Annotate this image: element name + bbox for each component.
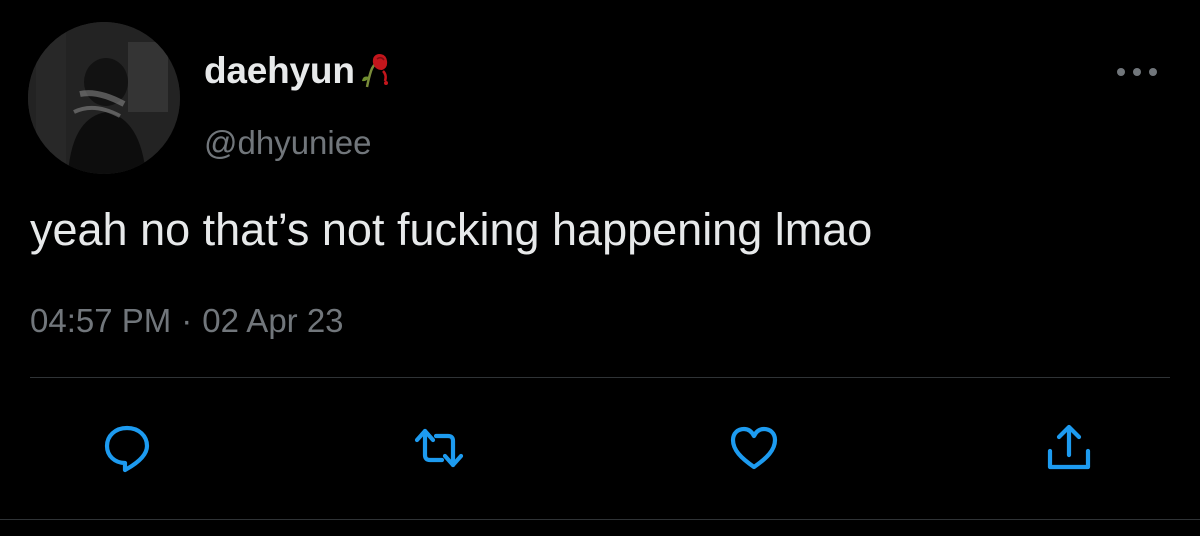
tweet-timestamp[interactable]: 04:57 PM · 02 Apr 23 (30, 302, 344, 340)
reply-icon (104, 425, 150, 473)
tweet-date: 02 Apr 23 (202, 302, 344, 339)
tweet-text: yeah no that’s not fucking happening lma… (30, 204, 873, 255)
wilted-rose-icon (361, 54, 388, 88)
like-button[interactable] (727, 421, 781, 475)
user-handle[interactable]: @dhyuniee (204, 124, 371, 162)
avatar-image (28, 22, 180, 174)
retweet-button[interactable] (412, 421, 466, 475)
meta-separator: · (181, 302, 193, 339)
reply-button[interactable] (100, 421, 154, 475)
tweet-card: daehyun @dhyuniee yeah no that’s not fuc… (0, 0, 1200, 536)
more-icon[interactable] (1112, 60, 1162, 84)
share-icon (1047, 424, 1091, 470)
tweet-time: 04:57 PM (30, 302, 172, 339)
avatar[interactable] (28, 22, 180, 174)
divider-bottom (0, 519, 1200, 520)
display-name-text: daehyun (204, 50, 355, 91)
retweet-icon (414, 428, 464, 468)
share-button[interactable] (1042, 421, 1096, 475)
display-name[interactable]: daehyun (204, 50, 397, 92)
divider (30, 377, 1170, 378)
heart-icon (730, 426, 778, 470)
